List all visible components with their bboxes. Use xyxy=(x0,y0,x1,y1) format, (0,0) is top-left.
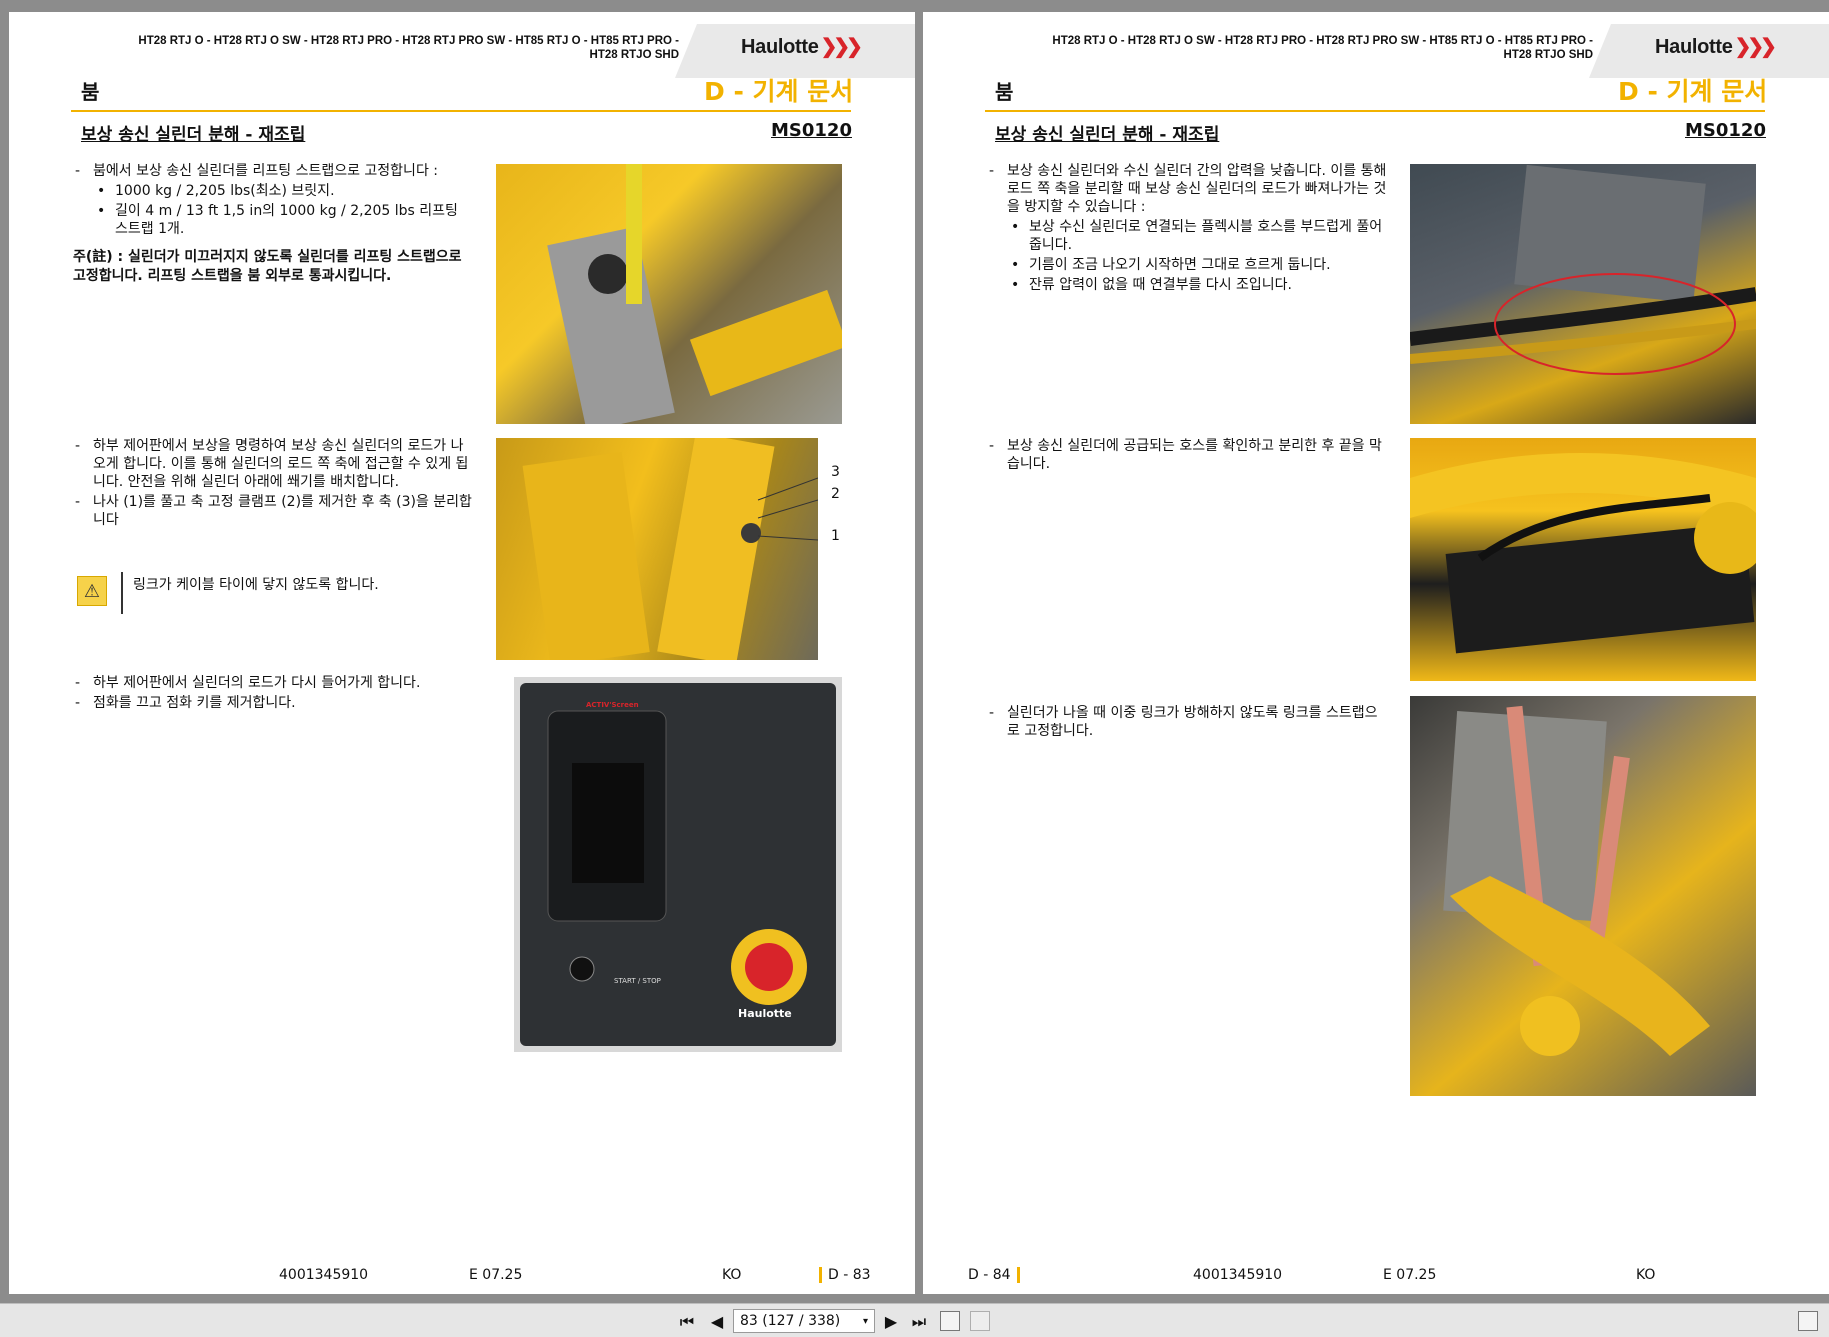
footer-doc-number: 4001345910 xyxy=(279,1267,369,1283)
footer-edition: E 07.25 xyxy=(1383,1267,1437,1283)
photo-control-panel: ACTIV'Screen START / STOP Haulotte xyxy=(514,677,842,1052)
brand-logo: Haulotte ❯❯❯ xyxy=(1655,36,1777,58)
photo-control-panel-illustration xyxy=(520,683,836,1046)
previous-page-icon: ◀ xyxy=(710,1312,724,1331)
header-rule xyxy=(71,110,851,112)
photo-supply-hose-illustration xyxy=(1410,453,1756,654)
warning-divider xyxy=(121,572,123,614)
section-title: 붐 xyxy=(81,80,100,104)
instruction-block-2: 보상 송신 실린더에 공급되는 호스를 확인하고 분리한 후 끝을 막습니다. xyxy=(987,437,1387,475)
instruction-block-1: 붐에서 보상 송신 실린더를 리프팅 스트랩으로 고정합니다 : 1000 kg… xyxy=(73,162,473,286)
document-viewer: HT28 RTJ O - HT28 RTJ O SW - HT28 RTJ PR… xyxy=(0,0,1829,1303)
footer-edition: E 07.25 xyxy=(469,1267,523,1283)
footer-language: KO xyxy=(722,1267,742,1283)
procedure-title: 보상 송신 실린더 분해 - 재조립 xyxy=(995,125,1220,145)
header-models: HT28 RTJ O - HT28 RTJ O SW - HT28 RTJ PR… xyxy=(1052,35,1593,61)
brand-logo: Haulotte ❯❯❯ xyxy=(741,36,863,58)
panel-screen-label: ACTIV'Screen xyxy=(586,701,639,709)
callout-1: 1 xyxy=(831,528,840,544)
header-models: HT28 RTJ O - HT28 RTJ O SW - HT28 RTJ PR… xyxy=(138,35,679,61)
warning-triangle-icon: ⚠ xyxy=(77,576,107,606)
instruction-block-2: 하부 제어판에서 보상을 명령하여 보상 송신 실린더의 로드가 나오게 합니다… xyxy=(73,437,473,531)
procedure-code: MS0120 xyxy=(1685,120,1766,141)
callout-3: 3 xyxy=(831,464,840,480)
first-page-button[interactable]: ⏮ xyxy=(676,1312,698,1332)
procedure-code: MS0120 xyxy=(771,120,852,141)
footer-page-number: D - 84 xyxy=(968,1267,1020,1283)
photo-cylinder-shaft-illustration xyxy=(522,438,818,660)
note-text: 주(註) : 실린더가 미끄러지지 않도록 실린더를 리프팅 스트랩으로 고정합… xyxy=(73,249,462,284)
page-left: HT28 RTJ O - HT28 RTJ O SW - HT28 RTJ PR… xyxy=(9,12,915,1294)
photo-lifting-strap xyxy=(496,164,842,424)
footer-page-number: D - 83 xyxy=(819,1267,871,1283)
photo-supply-hose xyxy=(1410,438,1756,681)
chevron-logo-icon: ❯❯❯ xyxy=(1734,36,1777,58)
chevron-logo-icon: ❯❯❯ xyxy=(820,36,863,58)
warning-text: 링크가 케이블 타이에 닿지 않도록 합니다. xyxy=(133,577,379,593)
copy-page-icon[interactable] xyxy=(940,1311,960,1331)
photo-link-strap xyxy=(1410,696,1756,1096)
page-right: HT28 RTJ O - HT28 RTJ O SW - HT28 RTJ PR… xyxy=(923,12,1829,1294)
photo-flexible-hose-illustration xyxy=(1410,164,1756,375)
instruction-block-3: 하부 제어판에서 실린더의 로드가 다시 들어가게 합니다. 점화를 끄고 점화… xyxy=(73,674,493,714)
chapter-title: D - 기계 문서 xyxy=(1618,77,1768,106)
next-page-icon: ▶ xyxy=(884,1312,898,1331)
instruction-block-3: 실린더가 나올 때 이중 링크가 방해하지 않도록 링크를 스트랩으로 고정합니… xyxy=(987,704,1387,742)
header-rule xyxy=(985,110,1765,112)
paste-page-icon[interactable] xyxy=(970,1311,990,1331)
footer-doc-number: 4001345910 xyxy=(1193,1267,1283,1283)
next-page-button[interactable]: ▶ xyxy=(880,1312,902,1331)
panel-start-stop-label: START / STOP xyxy=(614,977,661,985)
last-page-button[interactable]: ⏭ xyxy=(908,1312,930,1332)
photo-lifting-strap-illustration xyxy=(547,164,842,424)
footer-language: KO xyxy=(1636,1267,1656,1283)
section-title: 붐 xyxy=(995,80,1014,104)
photo-cylinder-shaft xyxy=(496,438,818,660)
photo-link-strap-illustration xyxy=(1443,705,1710,1056)
previous-page-button[interactable]: ◀ xyxy=(706,1312,728,1331)
photo-flexible-hose xyxy=(1410,164,1756,424)
procedure-title: 보상 송신 실린더 분해 - 재조립 xyxy=(81,125,306,145)
chevron-down-icon: ▾ xyxy=(862,1315,868,1327)
warning-box: ⚠ 링크가 케이블 타이에 닿지 않도록 합니다. xyxy=(77,572,379,614)
view-mode-icon[interactable] xyxy=(1798,1311,1818,1331)
page-number-select[interactable]: 83 (127 / 338) ▾ xyxy=(733,1309,875,1333)
chapter-title: D - 기계 문서 xyxy=(704,77,854,106)
panel-brand-label: Haulotte xyxy=(738,1007,792,1020)
first-page-icon: ⏮ xyxy=(679,1312,695,1331)
viewer-toolbar: ⏮ ◀ 83 (127 / 338) ▾ ▶ ⏭ xyxy=(0,1303,1829,1337)
last-page-icon: ⏭ xyxy=(911,1312,927,1331)
instruction-block-1: 보상 송신 실린더와 수신 실린더 간의 압력을 낮춥니다. 이를 통해 로드 … xyxy=(987,162,1387,296)
page-indicator: 83 (127 / 338) xyxy=(740,1313,841,1329)
callout-2: 2 xyxy=(831,486,840,502)
